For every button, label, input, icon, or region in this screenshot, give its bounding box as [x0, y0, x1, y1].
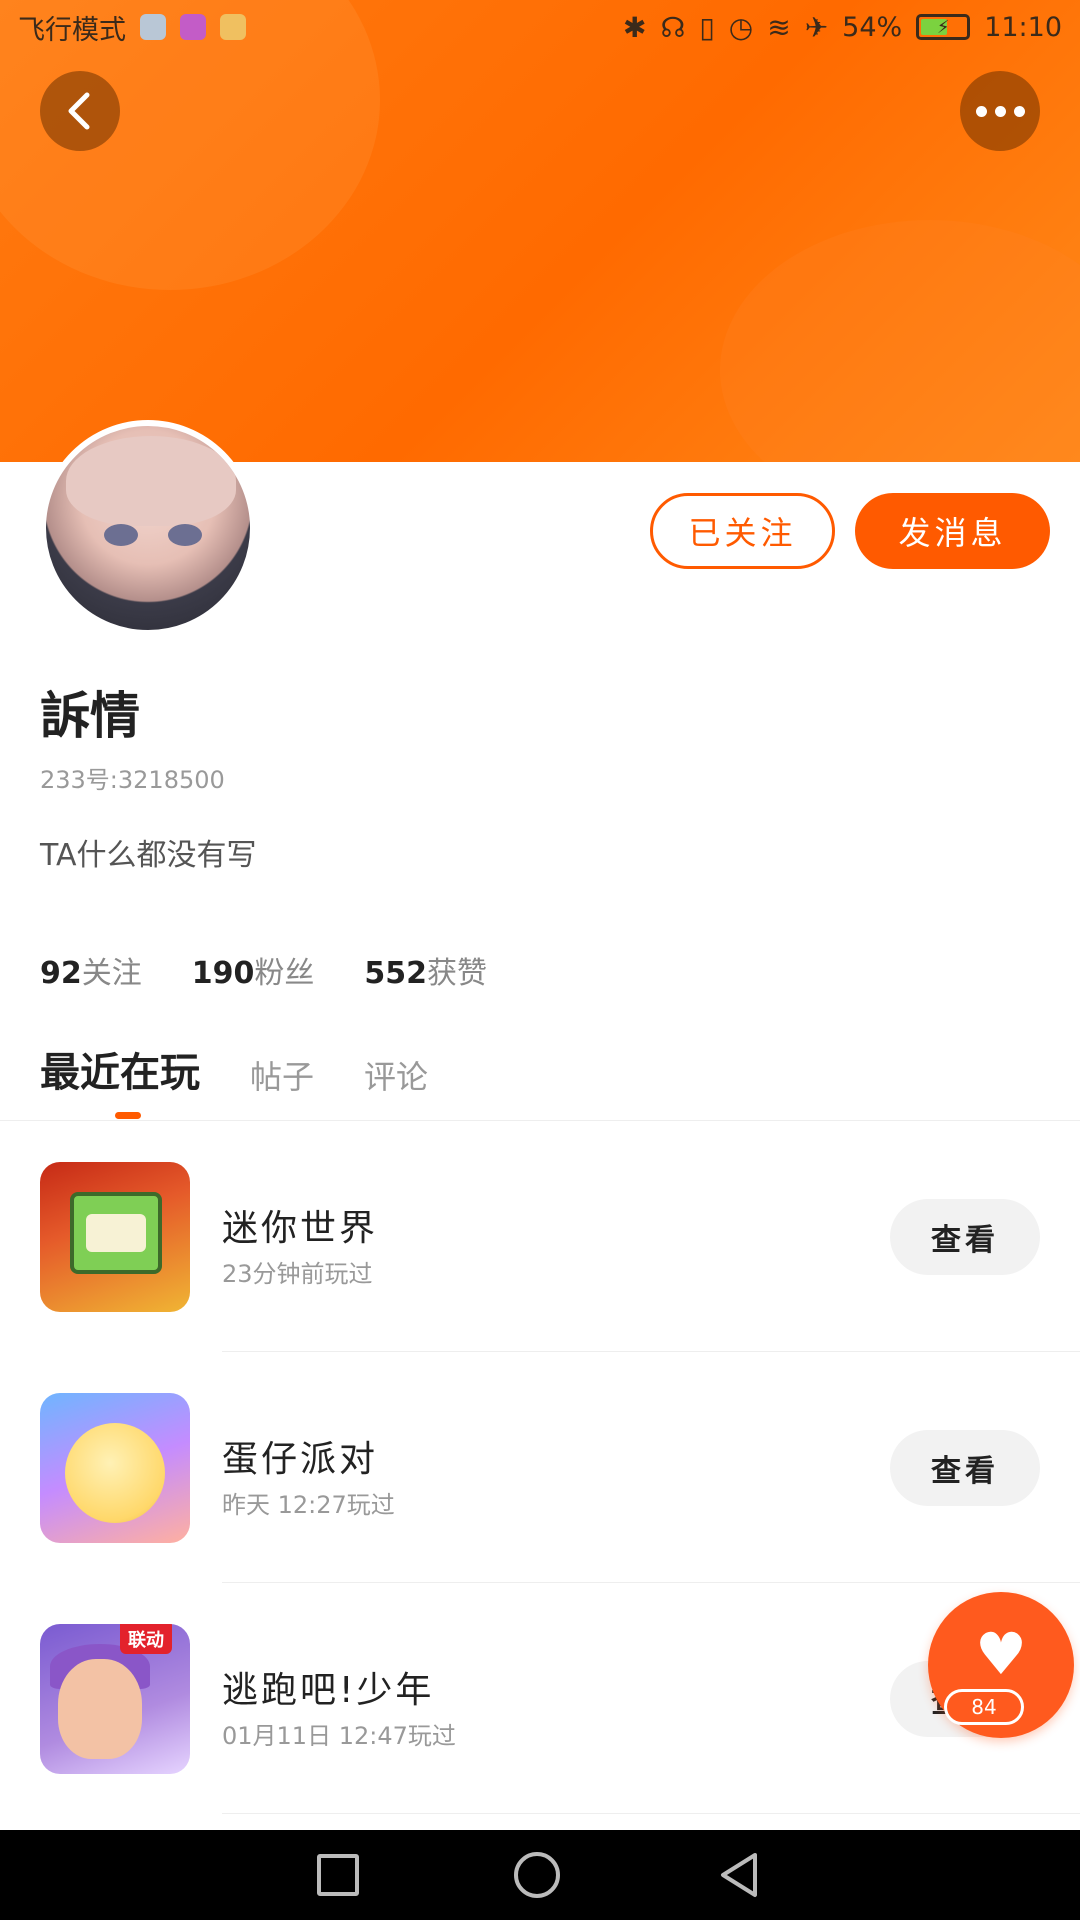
game-icon-eggy-party[interactable] — [40, 1393, 190, 1543]
headphones-icon: ☊ — [660, 10, 686, 44]
send-message-button[interactable]: 发消息 — [855, 493, 1050, 569]
status-bar: 飞行模式 ✱ ☊ ▯ ◷ ≋ ✈ 54% ⚡ 11:10 — [0, 0, 1080, 54]
profile-stats: 92关注 190粉丝 552获赞 — [40, 948, 487, 992]
game-name: 迷你世界 — [222, 1208, 379, 1249]
profile-banner — [0, 0, 1080, 462]
tab-recently-played[interactable]: 最近在玩 — [40, 1040, 200, 1098]
chevron-left-icon — [68, 92, 90, 130]
app-notification-icon — [220, 14, 246, 40]
app-notification-icon — [140, 14, 166, 40]
heart-icon: ♥ — [975, 1620, 1027, 1688]
stat-number: 92 — [40, 956, 82, 991]
list-item[interactable]: 迷你世界 23分钟前玩过 查看 — [0, 1121, 1080, 1352]
battery-percent: 54% — [842, 11, 903, 43]
back-button[interactable] — [40, 71, 120, 151]
game-last-played: 01月11日 12:47玩过 — [222, 1722, 456, 1750]
more-dots-icon — [975, 105, 1025, 117]
battery-icon: ⚡ — [916, 14, 971, 40]
avatar[interactable] — [40, 420, 256, 636]
tab-posts[interactable]: 帖子 — [250, 1052, 314, 1098]
gallery-notification-icon — [180, 14, 206, 40]
airplane-mode-label: 飞行模式 — [18, 14, 126, 46]
view-button[interactable]: 查看 — [890, 1430, 1040, 1506]
recent-apps-icon[interactable] — [317, 1854, 360, 1896]
followed-button[interactable]: 已关注 — [650, 493, 835, 569]
like-count: 84 — [944, 1689, 1024, 1725]
stat-number: 190 — [191, 956, 255, 991]
airplane-icon: ✈ — [804, 10, 829, 44]
view-button[interactable]: 查看 — [890, 1199, 1040, 1275]
system-nav-bar — [0, 1830, 1080, 1920]
clock: 11:10 — [984, 11, 1062, 43]
vibrate-icon: ▯ — [699, 10, 715, 44]
game-name: 逃跑吧!少年 — [222, 1670, 435, 1711]
user-id: 233号:3218500 — [40, 766, 225, 794]
stat-number: 552 — [364, 956, 427, 991]
stat-label: 获赞 — [427, 956, 487, 991]
stat-label: 粉丝 — [254, 956, 315, 991]
game-icon-run-boy[interactable]: 联动 — [40, 1624, 190, 1774]
home-icon[interactable] — [513, 1852, 560, 1898]
list-item[interactable]: 蛋仔派对 昨天 12:27玩过 查看 — [0, 1352, 1080, 1583]
banner-decoration — [720, 220, 1080, 462]
game-icon-mini-world[interactable] — [40, 1162, 190, 1312]
tab-comments[interactable]: 评论 — [364, 1052, 428, 1098]
game-last-played: 昨天 12:27玩过 — [222, 1491, 395, 1519]
profile-tabs: 最近在玩 帖子 评论 — [40, 1040, 428, 1098]
bluetooth-icon: ✱ — [623, 10, 647, 44]
game-list: 迷你世界 23分钟前玩过 查看 蛋仔派对 昨天 12:27玩过 查看 联动 逃跑… — [0, 1121, 1080, 1814]
more-button[interactable] — [960, 71, 1040, 151]
stat-following[interactable]: 92关注 — [40, 948, 142, 992]
collab-tag: 联动 — [120, 1624, 172, 1654]
tab-indicator — [115, 1112, 141, 1119]
game-last-played: 23分钟前玩过 — [222, 1260, 373, 1288]
stat-label: 关注 — [81, 956, 142, 991]
wifi-icon: ≋ — [767, 10, 791, 44]
back-triangle-icon[interactable] — [715, 1850, 763, 1900]
user-name: 訴情 — [40, 687, 140, 745]
game-name: 蛋仔派对 — [222, 1439, 379, 1480]
stat-followers[interactable]: 190粉丝 — [192, 948, 315, 992]
stat-likes[interactable]: 552获赞 — [364, 948, 487, 992]
list-item[interactable]: 联动 逃跑吧!少年 01月11日 12:47玩过 查看 — [0, 1583, 1080, 1814]
user-bio: TA什么都没有写 — [40, 838, 257, 873]
alarm-icon: ◷ — [728, 10, 754, 44]
